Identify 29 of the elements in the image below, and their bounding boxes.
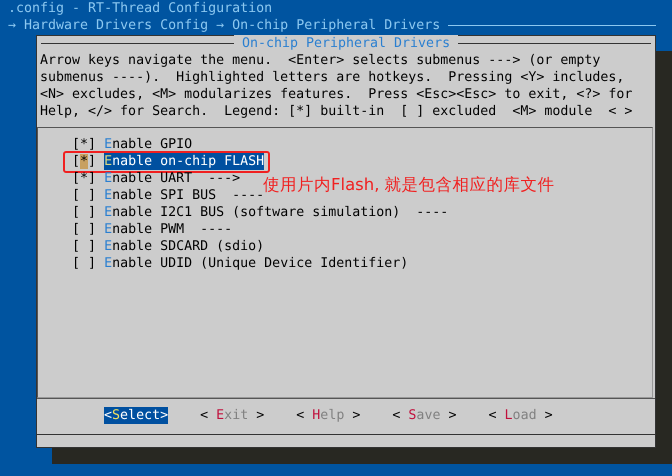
checkbox[interactable]: [*] [72,153,96,170]
checkbox[interactable]: [ ] [72,204,96,221]
menu-item[interactable]: Enable UDID (Unique Device Identifier) [104,255,408,272]
help-text: Arrow keys navigate the menu. <Enter> selects submenus ---> (or empty [39,52,602,69]
checkbox[interactable]: [ ] [72,255,96,272]
checkbox[interactable]: [ ] [72,187,96,204]
menu-item[interactable]: Enable on-chip FLASH [104,153,264,170]
menu-item[interactable]: Enable I2C1 BUS (software simulation) ---- [104,204,448,221]
help-text: Help, </> for Search. Legend: [*] built-in [ ] excluded <M> module < > [39,103,634,120]
window-title: .config - RT-Thread Configuration [8,0,274,17]
annotation-text: 使用片内Flash, 就是包含相应的库文件 [263,175,555,195]
checkbox[interactable]: [*] [72,170,96,187]
dialog-button[interactable]: < Load > [488,407,553,424]
checkbox[interactable]: [ ] [72,238,96,255]
menu-item[interactable]: Enable UART ---> [104,170,240,187]
checkbox[interactable]: [*] [72,136,96,153]
checkbox[interactable]: [ ] [72,221,96,238]
dialog-title: On-chip Peripheral Drivers [234,35,458,52]
menu-item[interactable]: Enable GPIO [104,136,192,153]
dialog-button[interactable]: < Save > [392,407,456,424]
menu-item[interactable]: Enable SDCARD (sdio) [104,238,264,255]
dialog-button[interactable]: < Exit > [200,407,264,424]
menu-item[interactable]: Enable SPI BUS ---- [104,187,264,204]
help-text: submenus ----). Highlighted letters are hotkeys. Pressing <Y> includes, [39,69,626,86]
dialog-button[interactable]: <Select> [104,407,168,424]
menu-item[interactable]: Enable PWM ---- [104,221,232,238]
breadcrumb: → Hardware Drivers Config → On-chip Peripheral Drivers [8,17,440,34]
dialog-button[interactable]: < Help > [296,407,360,424]
help-text: <N> excludes, <M> modularizes features. Press <Esc><Esc> to exit, <?> for [39,86,634,103]
